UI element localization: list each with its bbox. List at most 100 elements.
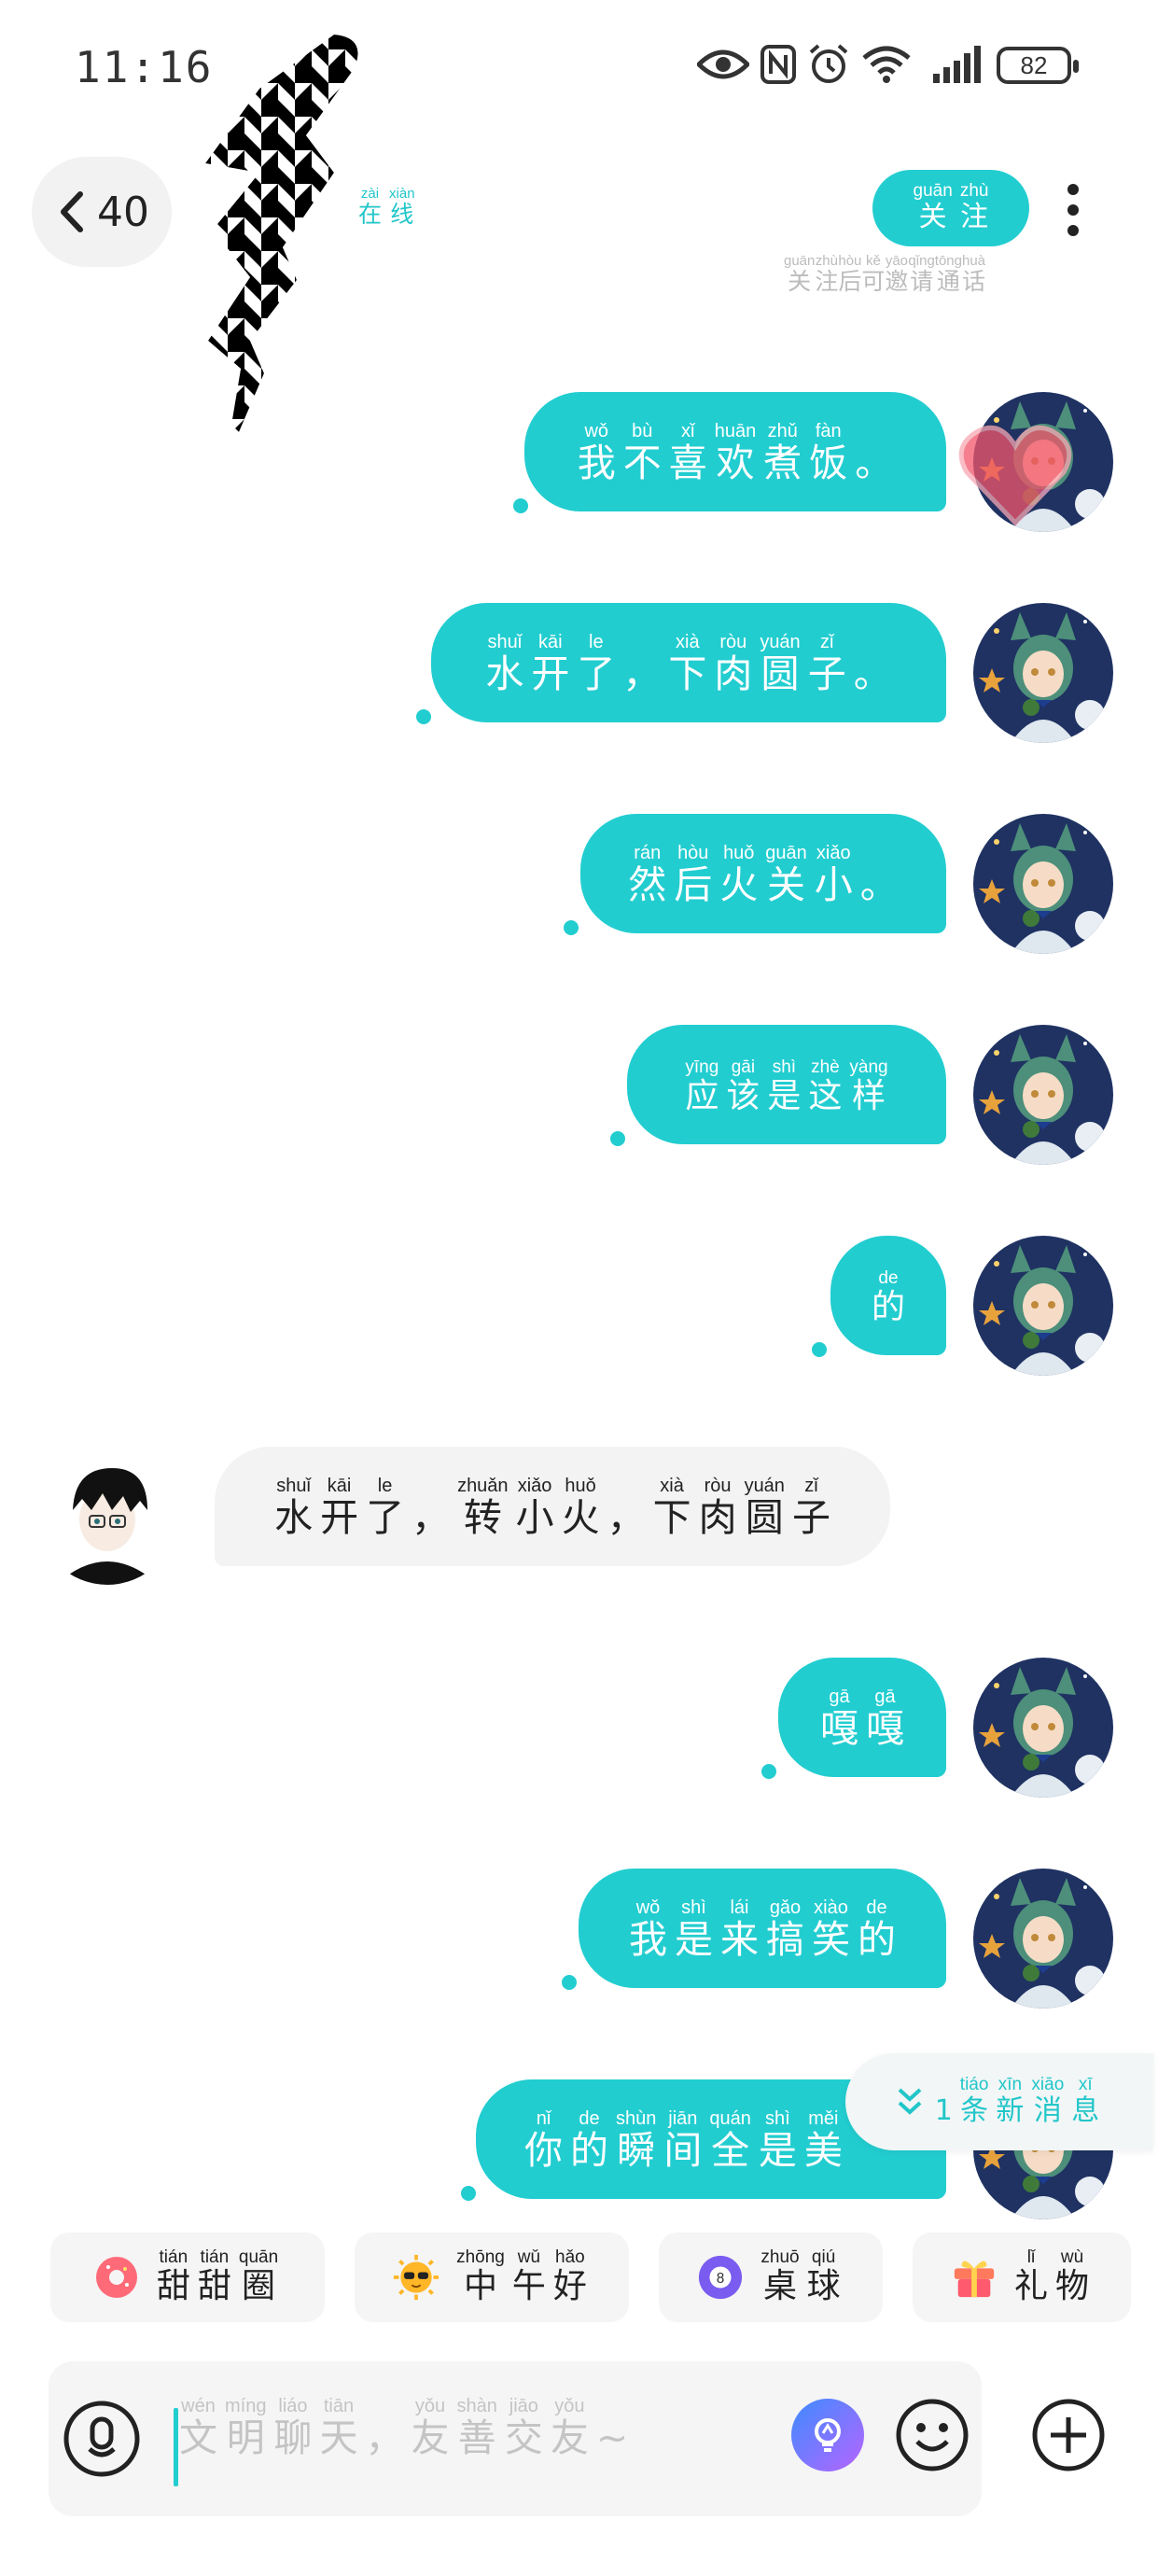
read-dot xyxy=(812,1342,827,1357)
text-char: 物wù xyxy=(1055,2247,1090,2305)
text-char: 小xiǎo xyxy=(814,843,853,907)
read-dot xyxy=(564,920,579,935)
text-char: 消xiāo xyxy=(1031,2075,1065,2127)
quick-reply-billiards[interactable]: 8 桌zhuō球qiú xyxy=(659,2233,883,2322)
status-time: 11:16 xyxy=(75,42,214,92)
message-bubble-mine[interactable]: 我wǒ 是shì 来lái 搞gǎo 笑xiào 的de xyxy=(579,1869,946,1988)
text-char: 文wén xyxy=(179,2396,217,2460)
sunglasses-sun-icon xyxy=(393,2254,440,2301)
new-message-banner[interactable]: 1 条tiáo新xīn消xiāo息xī xyxy=(845,2053,1153,2150)
input-placeholder[interactable]: 文wén明míng聊liáo天tiān， 友yǒu善shàn交jiāo友yǒu~ xyxy=(175,2396,632,2462)
text-char: 来lái xyxy=(720,1897,759,1962)
text-char: 通tōng xyxy=(934,253,962,295)
read-dot xyxy=(461,2186,476,2201)
text-char: 笑xiào xyxy=(812,1897,850,1962)
text-char: 下xià xyxy=(668,632,707,696)
text-char: 礼lǐ xyxy=(1013,2247,1048,2305)
text-char: 条tiáo xyxy=(959,2075,989,2127)
quick-reply-gift[interactable]: 礼lǐ物wù xyxy=(913,2233,1131,2322)
message-bubble-mine[interactable]: 应yīng 该gāi 是shì 这zhè 样yàng xyxy=(627,1025,946,1144)
ai-assistant-icon[interactable] xyxy=(791,2399,864,2471)
text-char: 交jiāo xyxy=(504,2396,543,2460)
contact-avatar[interactable] xyxy=(194,33,371,434)
emoji-icon[interactable] xyxy=(894,2397,970,2473)
double-chevron-down-icon xyxy=(898,2088,922,2115)
gift-icon xyxy=(951,2254,998,2301)
text-char: 开kāi xyxy=(531,632,570,696)
anime-girl-avatar-icon xyxy=(973,1869,1113,2009)
my-avatar[interactable] xyxy=(973,1025,1113,1165)
text-char: 是shì xyxy=(675,1897,713,1962)
online-char: 在zài xyxy=(358,186,383,228)
message-bubble-mine[interactable]: 水shuǐ 开kāi 了le， 下xià 肉ròu 圆yuán 子zǐ。 xyxy=(431,603,946,722)
read-dot xyxy=(610,1131,625,1146)
text-char: 火huǒ xyxy=(719,843,759,907)
anime-girl-avatar-icon xyxy=(973,814,1113,954)
text-char: 全quán xyxy=(709,2108,751,2173)
text-char: 我wǒ xyxy=(629,1897,667,1962)
anime-girl-avatar-icon xyxy=(973,1658,1113,1798)
text-char: 1 xyxy=(934,2094,953,2127)
text-char: 关guān xyxy=(784,253,816,295)
quick-reply-label: 中zhōng午wǔ好hǎo xyxy=(453,2247,591,2307)
online-char: 线xiàn xyxy=(389,186,415,228)
new-message-text: 1 条tiáo新xīn消xiāo息xī xyxy=(931,2075,1104,2128)
text-char: 善shàn xyxy=(456,2396,497,2460)
quick-reply-donut[interactable]: 甜tián甜tián圈quān xyxy=(50,2233,325,2322)
quick-reply-noon[interactable]: 中zhōng午wǔ好hǎo xyxy=(355,2233,629,2322)
text-char: 好hǎo xyxy=(552,2247,587,2305)
voice-icon[interactable] xyxy=(62,2399,142,2479)
follow-hint-text: 关guān注zhù后hòu可kě邀yāo请qǐng通tōng话huà xyxy=(784,253,986,297)
text-char: 明míng xyxy=(225,2396,267,2460)
text-char: 息xī xyxy=(1071,2075,1100,2127)
message-bubble-mine[interactable]: 的de xyxy=(830,1236,946,1355)
text-char: 友yǒu xyxy=(550,2396,589,2460)
my-avatar[interactable] xyxy=(973,603,1113,743)
text-char: 邀yāo xyxy=(885,253,909,295)
more-options-icon[interactable] xyxy=(1059,182,1087,238)
text-char: 子zǐ xyxy=(791,1476,830,1540)
text-char: 后hòu xyxy=(838,253,862,295)
my-avatar[interactable] xyxy=(973,1658,1113,1798)
quick-reply-label: 桌zhuō球qiú xyxy=(757,2247,844,2307)
text-char: 饭fàn xyxy=(809,421,848,485)
message-bubble-mine[interactable]: 然rán 后hòu 火huǒ 关guān 小xiǎo。 xyxy=(580,814,946,933)
text-char: 请qǐng xyxy=(908,253,935,295)
read-dot xyxy=(513,498,528,513)
text-char: 话huà xyxy=(961,253,986,295)
battery-indicator: 82 xyxy=(997,47,1079,84)
text-char: 中zhōng xyxy=(456,2247,505,2305)
unread-count: 40 xyxy=(97,188,149,236)
text-char: 火huǒ xyxy=(561,1476,600,1540)
text-char: 关guān xyxy=(765,843,807,907)
text-char: 水shuǐ xyxy=(274,1476,314,1540)
text-char: 的de xyxy=(570,2108,608,2173)
back-button[interactable]: 40 xyxy=(32,157,172,267)
text-char: 。 xyxy=(853,651,892,696)
my-avatar[interactable] xyxy=(973,1869,1113,2009)
my-avatar[interactable] xyxy=(973,1236,1113,1376)
follow-button[interactable]: 关guān 注zhù xyxy=(872,170,1029,246)
alarm-icon xyxy=(806,41,851,88)
signal-icon xyxy=(929,41,984,88)
plus-icon[interactable] xyxy=(1030,2397,1107,2473)
wifi-icon xyxy=(860,41,913,88)
text-char: ， xyxy=(412,1495,451,1540)
read-dot xyxy=(416,709,431,724)
text-char: 桌zhuō xyxy=(760,2247,800,2305)
text-char: 瞬shùn xyxy=(616,2108,657,2173)
text-char: 嘎gā xyxy=(820,1687,858,1751)
online-status: 在zài线xiàn xyxy=(355,186,419,230)
message-bubble-mine[interactable]: 嘎gā 嘎gā xyxy=(778,1658,946,1777)
anime-girl-avatar-icon xyxy=(973,1025,1113,1165)
text-char: 该gāi xyxy=(726,1057,760,1115)
contact-avatar-small[interactable] xyxy=(37,1445,177,1585)
quick-reply-label: 甜tián甜tián圈quān xyxy=(153,2247,282,2307)
anime-girl-avatar-icon xyxy=(973,603,1113,743)
text-char: 甜tián xyxy=(156,2247,190,2305)
message-bubble-other[interactable]: 水shuǐ 开kāi 了le， 转zhuǎn 小xiǎo 火huǒ， 下xià 肉ròu 圆… xyxy=(215,1447,890,1566)
my-avatar[interactable] xyxy=(973,814,1113,954)
text-char: 喜xǐ xyxy=(668,421,707,485)
message-bubble-mine[interactable]: 我wǒ 不bù 喜xǐ 欢huān 煮zhǔ 饭fàn。 xyxy=(524,392,946,511)
text-char: 可kě xyxy=(861,253,886,295)
